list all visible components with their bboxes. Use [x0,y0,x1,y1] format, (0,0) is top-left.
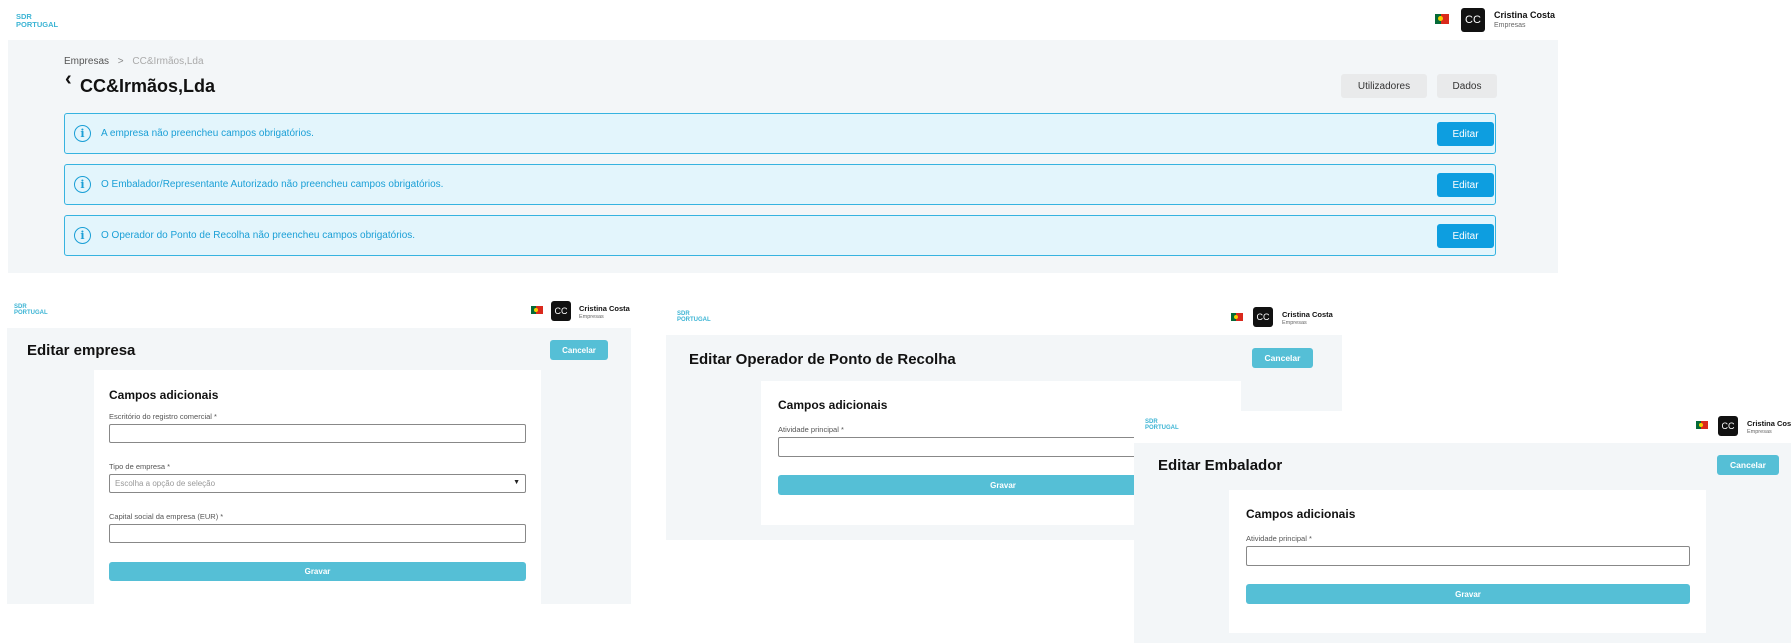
data-button[interactable]: Dados [1437,74,1497,98]
section-title: Campos adicionais [109,388,219,402]
top-bar: SDR PORTUGAL CC Cristina Costa Empresas [0,296,632,328]
portugal-flag-icon[interactable] [531,306,543,314]
main-content: Empresas > CC&Irmãos,Lda ‹ CC&Irmãos,Lda… [8,40,1558,273]
brand-line2: PORTUGAL [16,19,59,29]
brand-line2: PORTUGAL [1145,425,1179,432]
users-button[interactable]: Utilizadores [1341,74,1427,98]
portugal-flag-icon[interactable] [1696,421,1708,429]
top-bar: SDR PORTUGAL CC Cristina Costa Empresas [1134,411,1791,443]
avatar[interactable]: CC [1253,307,1273,327]
edit-operator-button[interactable]: Editar [1437,224,1494,248]
breadcrumb-root[interactable]: Empresas [64,56,109,67]
info-icon: i [74,176,91,193]
avatar[interactable]: CC [551,301,571,321]
edit-packer-button[interactable]: Editar [1437,173,1494,197]
section-title: Campos adicionais [1246,507,1356,521]
alert-packer-missing: i O Embalador/Representante Autorizado n… [64,164,1496,205]
form-card: Campos adicionais Atividade principal * … [1229,490,1706,633]
user-name: Cristina Costa [1747,419,1791,428]
user-name: Cristina Costa [1494,10,1556,20]
portugal-flag-icon[interactable] [1435,14,1449,24]
page-title: Editar Embalador [1158,457,1283,474]
page-title: CC&Irmãos,Lda [80,76,216,96]
alert-message: O Operador do Ponto de Recolha não preen… [101,230,416,241]
user-name: Cristina Costa [1282,310,1333,319]
field-label: Capital social da empresa (EUR) * [109,512,224,521]
top-bar: SDR PORTUGAL CC Cristina Costa Empresas [666,302,1342,335]
page-title: Editar Operador de Ponto de Recolha [689,351,956,368]
section-title: Campos adicionais [778,398,888,412]
save-button[interactable]: Gravar [109,562,526,581]
main-activity-input[interactable] [1246,546,1690,566]
breadcrumb: Empresas > CC&Irmãos,Lda [64,56,204,67]
edit-packer-panel: SDR PORTUGAL CC Cristina Costa Empresas … [1134,411,1791,643]
alert-message: A empresa não preencheu campos obrigatór… [101,128,314,139]
avatar[interactable]: CC [1718,416,1738,436]
top-bar: SDR PORTUGAL CC Cristina Costa Empresas [0,0,1560,40]
brand-line2: PORTUGAL [677,317,711,324]
user-name: Cristina Costa [579,304,630,313]
brand-line2: PORTUGAL [14,310,48,317]
brand-logo[interactable]: SDR PORTUGAL [14,304,48,317]
share-capital-input[interactable] [109,524,526,543]
page-title: Editar empresa [27,342,136,359]
info-icon: i [74,125,91,142]
commercial-registry-input[interactable] [109,424,526,443]
alert-message: O Embalador/Representante Autorizado não… [101,179,444,190]
field-label: Tipo de empresa * [109,462,171,471]
brand-logo[interactable]: SDR PORTUGAL [677,311,711,324]
brand-logo[interactable]: SDR PORTUGAL [16,13,58,29]
user-role: Empresas [579,314,604,320]
main-content: Editar Embalador Cancelar Campos adicion… [1134,443,1791,643]
chevron-down-icon: ▼ [513,479,520,486]
brand-logo[interactable]: SDR PORTUGAL [1145,419,1179,432]
cancel-button[interactable]: Cancelar [1717,455,1779,475]
alert-operator-missing: i O Operador do Ponto de Recolha não pre… [64,215,1496,256]
cancel-button[interactable]: Cancelar [550,340,608,360]
edit-company-button[interactable]: Editar [1437,122,1494,146]
cancel-button[interactable]: Cancelar [1252,348,1313,368]
breadcrumb-separator: > [117,56,124,67]
avatar[interactable]: CC [1461,8,1485,32]
user-role: Empresas [1282,320,1307,326]
user-role: Empresas [1747,429,1772,435]
breadcrumb-current: CC&Irmãos,Lda [132,56,204,67]
info-icon: i [74,227,91,244]
field-label: Atividade principal * [1246,534,1312,543]
alert-company-missing: i A empresa não preencheu campos obrigat… [64,113,1496,154]
save-button[interactable]: Gravar [1246,584,1690,604]
back-chevron-icon[interactable]: ‹ [65,68,72,91]
edit-company-panel: SDR PORTUGAL CC Cristina Costa Empresas … [0,296,632,604]
form-card: Campos adicionais Escritório do registro… [94,370,541,604]
user-role: Empresas [1494,22,1526,29]
company-type-select[interactable]: Escolha a opção de seleção ▼ [109,474,526,493]
field-label: Escritório do registro comercial * [109,412,217,421]
portugal-flag-icon[interactable] [1231,313,1243,321]
company-detail-panel: SDR PORTUGAL CC Cristina Costa Empresas … [0,0,1560,275]
field-label: Atividade principal * [778,425,844,434]
main-content: Editar empresa Cancelar Campos adicionai… [7,328,631,604]
select-placeholder: Escolha a opção de seleção [115,479,216,488]
